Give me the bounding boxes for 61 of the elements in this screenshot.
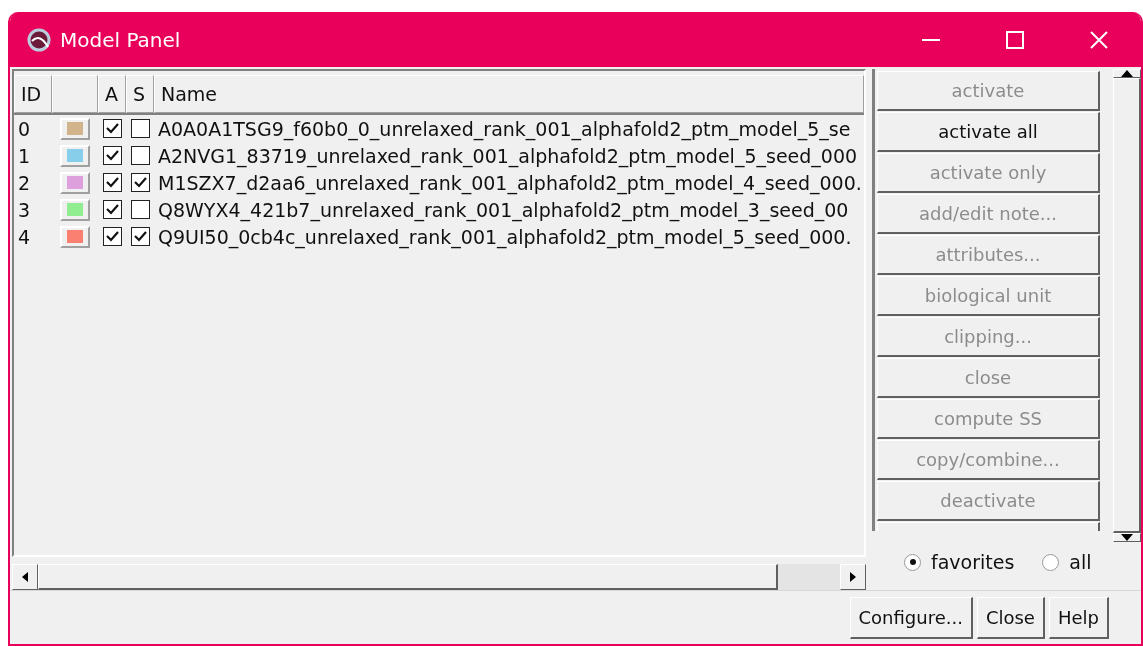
color-swatch[interactable] bbox=[60, 198, 90, 221]
checkmark-icon bbox=[133, 231, 147, 242]
id-cell-text: 4 bbox=[17, 225, 32, 248]
left-arrow-icon bbox=[22, 572, 28, 582]
shown-checkbox[interactable] bbox=[130, 119, 150, 138]
scroll-left-button[interactable] bbox=[12, 564, 38, 590]
shown-checkbox[interactable] bbox=[130, 227, 150, 246]
up-arrow-icon bbox=[1121, 70, 1133, 77]
app-logo-icon bbox=[26, 26, 52, 53]
dialog-button[interactable]: Close bbox=[976, 597, 1045, 639]
close-icon bbox=[1090, 30, 1108, 49]
scroll-down-button[interactable] bbox=[1113, 533, 1141, 542]
column-header[interactable]: A bbox=[98, 75, 126, 113]
color-swatch[interactable] bbox=[60, 171, 90, 194]
window-title: Model Panel bbox=[60, 27, 182, 52]
radio-button[interactable] bbox=[904, 553, 921, 571]
checkmark-icon bbox=[105, 177, 119, 188]
checkmark-icon bbox=[105, 150, 119, 161]
scroll-up-button[interactable] bbox=[1113, 69, 1141, 78]
radio-label[interactable]: all bbox=[1069, 551, 1092, 573]
scroll-right-button[interactable] bbox=[840, 564, 866, 590]
dialog-button[interactable]: Configure... bbox=[849, 597, 973, 639]
down-arrow-icon bbox=[1121, 534, 1133, 541]
right-arrow-icon bbox=[850, 572, 856, 582]
dialog-button[interactable]: Help bbox=[1048, 597, 1109, 639]
color-swatch[interactable] bbox=[60, 117, 90, 140]
active-checkbox[interactable] bbox=[102, 119, 122, 138]
id-cell-text: 1 bbox=[17, 144, 32, 167]
id-cell-text: 0 bbox=[17, 117, 32, 140]
column-header[interactable]: S bbox=[126, 75, 154, 113]
radio-dot-icon bbox=[909, 559, 916, 565]
id-cell-text: 2 bbox=[17, 171, 32, 194]
checkmark-icon bbox=[105, 123, 119, 134]
action-button[interactable]: activate all bbox=[877, 112, 1100, 152]
minimize-icon bbox=[922, 38, 940, 41]
scrollbar-thumb[interactable] bbox=[38, 564, 778, 590]
color-swatch[interactable] bbox=[60, 144, 90, 167]
name-cell[interactable]: A2NVG1_83719_unrelaxed_rank_001_alphafold2_ptm_model_5_seed_000 bbox=[154, 144, 864, 167]
id-cell-text: 3 bbox=[17, 198, 32, 221]
name-cell[interactable]: M1SZX7_d2aa6_unrelaxed_rank_001_alphafold2_ptm_model_4_seed_000. bbox=[154, 171, 864, 194]
checkmark-icon bbox=[105, 204, 119, 215]
maximize-icon bbox=[1006, 30, 1024, 49]
column-header[interactable]: Name bbox=[154, 75, 864, 113]
radio-button[interactable] bbox=[1042, 553, 1060, 571]
column-header[interactable] bbox=[52, 75, 98, 113]
shown-checkbox[interactable] bbox=[130, 173, 150, 192]
active-checkbox[interactable] bbox=[102, 227, 122, 246]
shown-checkbox[interactable] bbox=[130, 146, 150, 165]
active-checkbox[interactable] bbox=[102, 173, 122, 192]
color-swatch[interactable] bbox=[60, 225, 90, 248]
radio-label[interactable]: favorites bbox=[931, 551, 1015, 573]
active-checkbox[interactable] bbox=[102, 200, 122, 219]
active-checkbox[interactable] bbox=[102, 146, 122, 165]
shown-checkbox[interactable] bbox=[130, 200, 150, 219]
scrollbar-thumb[interactable] bbox=[1113, 78, 1141, 533]
name-cell[interactable]: Q8WYX4_421b7_unrelaxed_rank_001_alphafold2_ptm_model_3_seed_00 bbox=[154, 198, 864, 221]
checkmark-icon bbox=[133, 177, 147, 188]
column-header[interactable]: ID bbox=[14, 75, 52, 113]
name-cell[interactable]: Q9UI50_0cb4c_unrelaxed_rank_001_alphafold2_ptm_model_5_seed_000. bbox=[154, 225, 864, 248]
checkmark-icon bbox=[105, 231, 119, 242]
name-cell[interactable]: A0A0A1TSG9_f60b0_0_unrelaxed_rank_001_alphafold2_ptm_model_5_se bbox=[154, 117, 864, 140]
